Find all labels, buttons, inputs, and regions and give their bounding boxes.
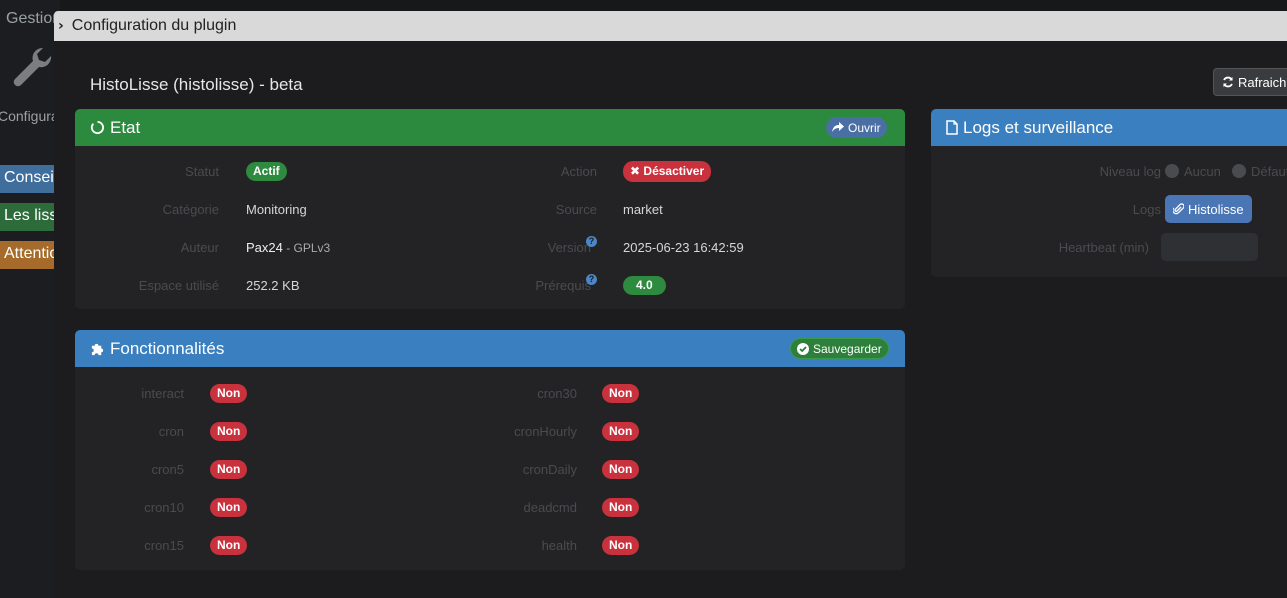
puzzle-icon [90,341,105,356]
feature-badge: Non [602,422,640,441]
save-label: Sauvegarder [813,341,882,356]
background-alert-conseil: Conseil [0,165,60,193]
heartbeat-input[interactable] [1161,233,1258,261]
feature-label: cron10 [144,500,184,515]
auteur-label: Auteur [180,240,219,255]
radio-aucun[interactable] [1165,164,1179,178]
feature-label: cron [158,424,184,439]
feature-label: cron5 [151,462,184,477]
radio-defaut-label: Défaut [1251,164,1287,179]
modal-title: Configuration du plugin [71,17,237,34]
feature-badge: Non [210,384,248,403]
feature-badge: Non [602,460,640,479]
statut-label: Statut [185,164,219,179]
open-label: Ouvrir [848,120,881,135]
refresh-button[interactable]: Rafraichir [1213,68,1287,96]
feature-badge: Non [210,536,248,555]
radio-aucun-label: Aucun [1184,164,1221,179]
source-label: Source [555,202,597,217]
plugin-config-modal: › Configuration du plugin HistoLisse (hi… [54,11,1287,598]
espace-label: Espace utilisé [138,278,219,293]
source-value: market [623,202,663,217]
espace-value: 252.2 KB [246,278,300,293]
paperclip-icon [1173,203,1184,215]
background-page: Gestion Configuration Conseil Les lissag… [0,0,60,598]
version-label: Version [547,240,591,255]
auteur-license: - GPLv3 [282,241,331,255]
feature-badge: Non [210,460,248,479]
etat-title: Etat [110,117,141,137]
refresh-label: Rafraichir [1238,74,1287,90]
view-log-button[interactable]: Histolisse [1165,195,1252,223]
action-label: Action [560,164,597,179]
fonctionnalites-panel-header: Fonctionnalités Sauvegarder [75,330,905,367]
categorie-label: Catégorie [162,202,219,217]
file-icon [946,120,958,135]
logs-panel-header: Logs et surveillance [931,109,1287,146]
feature-label: cronHourly [514,424,577,439]
etat-panel: Etat Ouvrir Statut Actif Action ✖ Désact… [75,109,905,309]
feature-badge: Non [602,498,640,517]
refresh-icon [1223,76,1233,88]
background-alert-lissages: Les lissages [0,203,60,231]
logs-label: Logs [1132,202,1161,217]
plugin-title: HistoLisse (histolisse) - beta [90,75,303,94]
prerequis-help-icon[interactable]: ? [586,274,597,285]
etat-panel-header: Etat Ouvrir [75,109,905,146]
heartbeat-label: Heartbeat (min) [1058,240,1149,255]
background-title: Gestion [6,10,60,27]
statut-badge: Actif [246,162,287,181]
background-config-label: Configuration [0,108,60,124]
check-circle-icon [797,342,809,355]
feature-badge: Non [602,384,640,403]
wrench-icon [13,48,52,87]
feature-label: deadcmd [523,500,577,515]
deactivate-button[interactable]: ✖ Désactiver [623,161,712,182]
version-value: 2025-06-23 16:42:59 [623,240,744,255]
prerequis-badge: 4.0 [623,276,666,295]
logs-panel: Logs et surveillance Niveau log Aucun Dé… [931,109,1287,277]
auteur-value: Pax24 - GPLv3 [246,240,330,255]
fonctionnalites-title: Fonctionnalités [110,338,225,358]
fonctionnalites-panel: Fonctionnalités Sauvegarder interact Non… [75,330,905,570]
categorie-value: Monitoring [246,202,307,217]
open-button[interactable]: Ouvrir [826,117,887,138]
feature-badge: Non [210,422,248,441]
share-icon [832,122,844,132]
radio-defaut[interactable] [1232,164,1246,178]
close-icon: ✖ [630,164,641,178]
feature-label: cron30 [537,386,577,401]
background-alert-attention: Attention [0,241,60,269]
feature-label: cronDaily [522,462,577,477]
spinner-icon [90,120,105,135]
auteur-name[interactable]: Pax24 [246,240,283,255]
feature-label: interact [141,386,184,401]
niveau-log-label: Niveau log [1099,164,1161,179]
deactivate-label: Désactiver [643,164,705,178]
chevron-right-icon: › [58,18,64,34]
modal-header[interactable]: › Configuration du plugin [54,11,1287,41]
save-button[interactable]: Sauvegarder [790,338,889,359]
version-help-icon[interactable]: ? [586,236,597,247]
view-log-label: Histolisse [1188,201,1244,217]
feature-label: health [541,538,577,553]
feature-label: cron15 [144,538,184,553]
logs-title: Logs et surveillance [963,117,1114,137]
feature-badge: Non [602,536,640,555]
prerequis-label: Prérequis [535,278,591,293]
feature-badge: Non [210,498,248,517]
